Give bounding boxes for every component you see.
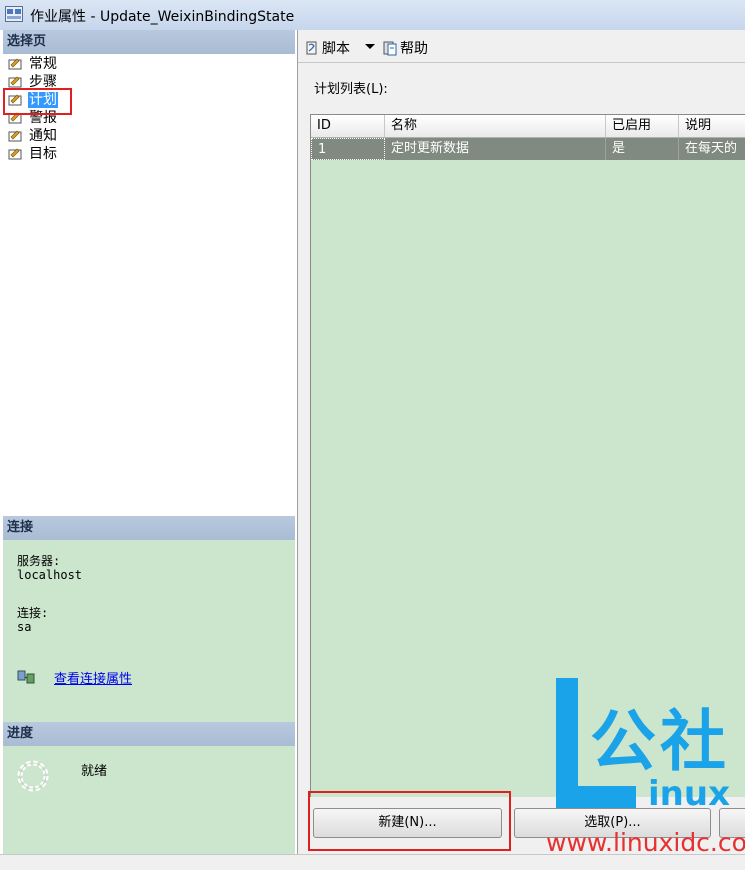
script-button[interactable]: 脚本 — [304, 38, 350, 58]
column-header-description[interactable]: 说明 — [679, 115, 745, 137]
toolbar: 脚本 帮助 — [298, 30, 745, 63]
script-dropdown-arrow[interactable] — [365, 44, 375, 49]
progress-spinner-icon — [17, 760, 49, 792]
column-header-enabled[interactable]: 已启用 — [606, 115, 679, 137]
help-icon — [383, 41, 397, 56]
page-wrench-icon — [8, 76, 22, 88]
sidebar-item-targets[interactable]: 目标 — [5, 145, 295, 163]
help-label: 帮助 — [400, 41, 428, 57]
view-connection-properties-link[interactable]: 查看连接属性 — [54, 668, 132, 687]
page-wrench-icon — [8, 58, 22, 70]
connection-panel: 服务器: localhost 连接: sa 查看连接属性 — [3, 540, 295, 722]
status-bar — [0, 854, 745, 870]
sidebar-item-label: 步骤 — [29, 74, 57, 90]
script-label: 脚本 — [322, 41, 350, 57]
sidebar-item-label: 警报 — [29, 110, 57, 126]
sidebar-item-label: 计划 — [28, 92, 58, 108]
progress-status: 就绪 — [81, 764, 108, 779]
page-nav-list: 常规 步骤 计划 警报 通知 目标 — [5, 55, 295, 163]
watermark-cn: 公社 — [590, 703, 730, 780]
left-pane: 选择页 常规 步骤 计划 警报 通知 目标 连接 服务器: localhost — [0, 30, 298, 854]
sidebar-item-schedules[interactable]: 计划 — [5, 91, 295, 109]
sidebar-item-notifications[interactable]: 通知 — [5, 127, 295, 145]
script-icon — [306, 41, 317, 55]
progress-header: 进度 — [3, 722, 295, 746]
page-wrench-icon — [8, 148, 22, 160]
progress-panel: 就绪 — [3, 746, 295, 854]
help-button[interactable]: 帮助 — [382, 38, 428, 58]
grid-header: ID 名称 已启用 说明 — [311, 115, 745, 138]
schedule-list-label: 计划列表(L): — [314, 82, 388, 97]
sidebar-item-general[interactable]: 常规 — [5, 55, 295, 73]
select-page-header: 选择页 — [3, 30, 295, 54]
watermark-url: www.linuxidc.com — [546, 828, 745, 857]
window-title: 作业属性 - Update_WeixinBindingState — [30, 9, 295, 25]
cell-name: 定时更新数据 — [385, 138, 606, 160]
page-wrench-icon — [8, 112, 22, 124]
app-icon — [5, 6, 23, 22]
watermark-logo-base — [556, 786, 636, 808]
server-value: localhost — [17, 568, 83, 582]
sidebar-item-label: 目标 — [29, 146, 57, 162]
table-row[interactable]: 1 定时更新数据 是 在每天的 — [311, 138, 745, 160]
cell-description: 在每天的 — [685, 141, 738, 156]
sidebar-item-alerts[interactable]: 警报 — [5, 109, 295, 127]
cell-id: 1 — [311, 138, 385, 160]
title-bar: 作业属性 - Update_WeixinBindingState — [0, 0, 745, 31]
page-wrench-icon — [8, 130, 22, 142]
sidebar-item-steps[interactable]: 步骤 — [5, 73, 295, 91]
sidebar-item-label: 常规 — [29, 56, 57, 72]
connection-value: sa — [17, 620, 32, 634]
page-wrench-icon — [8, 94, 22, 106]
server-label: 服务器: — [17, 554, 61, 568]
cell-enabled: 是 — [606, 138, 679, 160]
server-connection-icon — [17, 670, 35, 684]
column-header-id[interactable]: ID — [311, 115, 385, 137]
new-schedule-button[interactable]: 新建(N)... — [313, 808, 502, 838]
connection-header: 连接 — [3, 516, 295, 540]
column-header-name[interactable]: 名称 — [385, 115, 606, 137]
connection-label: 连接: — [17, 606, 49, 620]
sidebar-item-label: 通知 — [29, 128, 57, 144]
